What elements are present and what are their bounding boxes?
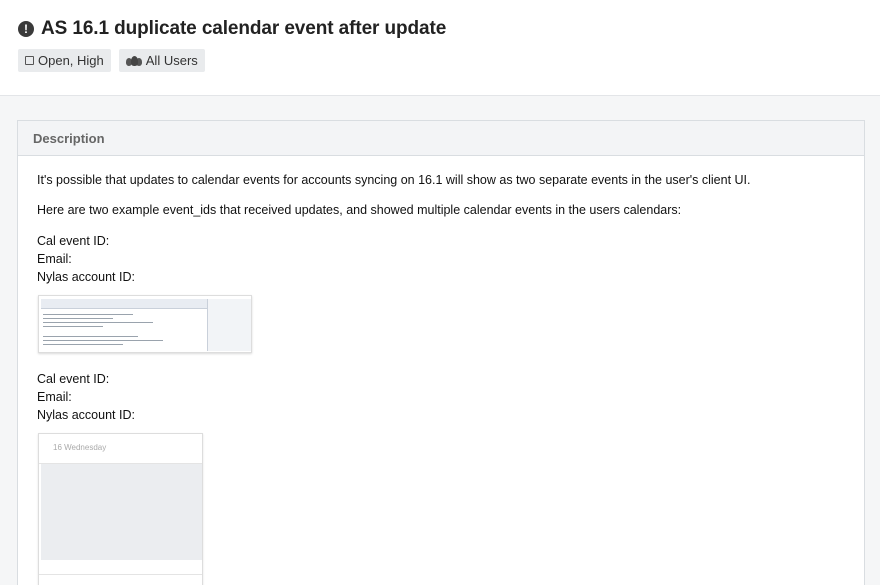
screenshot-thumbnail-1[interactable]	[38, 295, 252, 353]
cal-event-id-label: Cal event ID:	[37, 234, 110, 248]
issue-header: ! AS 16.1 duplicate calendar event after…	[0, 0, 880, 96]
users-icon	[125, 55, 142, 67]
email-label: Email:	[37, 390, 72, 404]
calendar-thumb-label: 16 Wednesday	[53, 443, 107, 452]
audience-badge-label: All Users	[145, 53, 198, 68]
description-paragraph-2: Here are two example event_ids that rece…	[37, 203, 682, 217]
status-badge[interactable]: Open, High	[18, 49, 111, 72]
title-row: ! AS 16.1 duplicate calendar event after…	[18, 18, 446, 40]
example-fields-2: Cal event ID: Email: Nylas account ID:	[37, 370, 135, 424]
description-paragraph-1: It's possible that updates to calendar e…	[37, 173, 751, 187]
badge-row: Open, High All Users	[18, 49, 205, 72]
example-fields-1: Cal event ID: Email: Nylas account ID:	[37, 232, 135, 286]
nylas-account-id-label: Nylas account ID:	[37, 270, 135, 284]
square-icon	[25, 56, 34, 65]
audience-badge[interactable]: All Users	[118, 49, 205, 72]
nylas-account-id-label: Nylas account ID:	[37, 408, 135, 422]
description-panel: Description It's possible that updates t…	[17, 120, 865, 585]
email-label: Email:	[37, 252, 72, 266]
alert-circle-icon: !	[18, 21, 34, 37]
issue-title: AS 16.1 duplicate calendar event after u…	[41, 18, 447, 39]
screenshot-thumbnail-2[interactable]: 16 Wednesday	[38, 433, 203, 585]
status-badge-label: Open, High	[38, 53, 104, 68]
description-heading: Description	[18, 121, 864, 156]
cal-event-id-label: Cal event ID:	[37, 372, 110, 386]
